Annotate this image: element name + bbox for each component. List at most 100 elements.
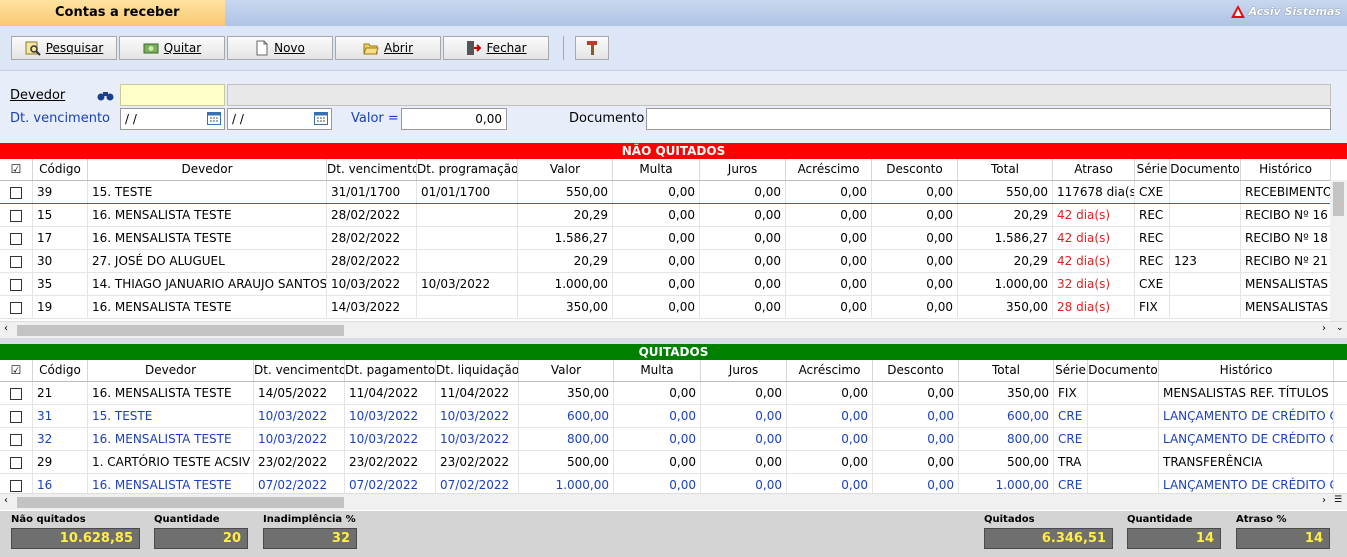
column-header[interactable]: Valor xyxy=(519,360,614,381)
row-checkbox[interactable] xyxy=(0,428,33,450)
column-header[interactable]: Juros xyxy=(701,360,787,381)
column-header[interactable]: Série xyxy=(1135,159,1170,180)
table-cell: 15. TESTE xyxy=(88,181,327,203)
table-row[interactable]: 30 27. JOSÉ DO ALUGUEL 28/02/2022 20,29 0,00… xyxy=(0,250,1347,273)
valor-input[interactable]: 0,00 xyxy=(401,108,507,130)
column-header[interactable]: Código xyxy=(33,360,88,381)
table-cell: 39 xyxy=(33,181,88,203)
table-cell xyxy=(417,204,518,226)
table-row[interactable]: 32 16. MENSALISTA TESTE 10/03/2022 10/03/20… xyxy=(0,428,1347,451)
column-header[interactable]: Histórico xyxy=(1159,360,1334,381)
table-row[interactable]: 35 14. THIAGO JANUARIO ARAUJO SANTOS 10/03… xyxy=(0,273,1347,296)
table-cell: LANÇAMENTO DE CRÉDITO C xyxy=(1159,405,1334,427)
table-cell: 10/03/2022 xyxy=(254,428,345,450)
pesquisar-button[interactable]: Pesquisar xyxy=(11,36,117,60)
column-header[interactable]: Histórico xyxy=(1241,159,1331,180)
column-header[interactable]: Multa xyxy=(614,360,701,381)
table-cell: 31 xyxy=(33,405,88,427)
table-cell: 500,00 xyxy=(959,451,1054,473)
column-header[interactable]: Dt. liquidação xyxy=(436,360,519,381)
checkbox[interactable] xyxy=(10,255,22,268)
quitar-button[interactable]: Quitar xyxy=(119,36,225,60)
row-checkbox[interactable] xyxy=(0,250,33,272)
checkbox[interactable] xyxy=(10,209,22,222)
table-row[interactable]: 29 1. CARTÓRIO TESTE ACSIV 23/02/2022 23/02… xyxy=(0,451,1347,474)
column-header[interactable]: Dt. programação xyxy=(417,159,518,180)
row-checkbox[interactable] xyxy=(0,227,33,249)
checkbox[interactable] xyxy=(10,479,22,492)
column-header[interactable]: Dt. vencimento xyxy=(254,360,345,381)
table-cell: 01/01/1700 xyxy=(417,181,518,203)
row-checkbox[interactable] xyxy=(0,273,33,295)
column-header[interactable]: Documento xyxy=(1170,159,1241,180)
table-cell: TRA xyxy=(1054,451,1088,473)
column-header[interactable]: Valor xyxy=(518,159,613,180)
fechar-button[interactable]: Fechar xyxy=(443,36,549,60)
table-row[interactable]: 21 16. MENSALISTA TESTE 14/05/2022 11/04/20… xyxy=(0,382,1347,405)
quitados-hscroll[interactable]: ‹ › ☰ xyxy=(0,493,1347,510)
column-header[interactable]: Devedor xyxy=(88,360,254,381)
tools-button[interactable] xyxy=(575,36,609,60)
dt-vencimento-to-input[interactable]: / / xyxy=(227,108,332,130)
table-cell: 0,00 xyxy=(786,250,872,272)
table-cell: 16. MENSALISTA TESTE xyxy=(88,296,327,318)
row-checkbox[interactable] xyxy=(0,474,33,493)
checkbox[interactable] xyxy=(10,186,22,199)
abrir-button[interactable]: Abrir xyxy=(335,36,441,60)
table-cell: 350,00 xyxy=(958,296,1053,318)
nao-quitados-vscroll[interactable] xyxy=(1330,180,1347,321)
nao-quitados-hscroll[interactable]: ‹ › ⌄ xyxy=(0,321,1347,338)
checkbox[interactable] xyxy=(10,278,22,291)
column-header[interactable]: Multa xyxy=(613,159,700,180)
row-checkbox[interactable] xyxy=(0,405,33,427)
table-cell: 0,00 xyxy=(872,181,958,203)
column-header[interactable]: Total xyxy=(958,159,1053,180)
checkbox[interactable] xyxy=(10,387,22,400)
column-header[interactable]: Juros xyxy=(700,159,786,180)
table-row[interactable]: 16 16. MENSALISTA TESTE 07/02/2022 07/02/20… xyxy=(0,474,1347,493)
column-header[interactable]: Acréscimo xyxy=(786,159,872,180)
table-cell xyxy=(417,296,518,318)
exit-door-icon xyxy=(467,41,482,55)
checkbox[interactable] xyxy=(10,456,22,469)
table-cell: CXE xyxy=(1135,181,1170,203)
column-header[interactable]: Total xyxy=(959,360,1054,381)
checkbox[interactable] xyxy=(10,410,22,423)
table-cell: 16. MENSALISTA TESTE xyxy=(88,382,254,404)
row-checkbox[interactable] xyxy=(0,451,33,473)
table-row[interactable]: 15 16. MENSALISTA TESTE 28/02/2022 20,29 0,0… xyxy=(0,204,1347,227)
row-checkbox[interactable] xyxy=(0,204,33,226)
table-cell: 42 dia(s) xyxy=(1053,250,1135,272)
column-header[interactable]: Dt. pagamento xyxy=(345,360,436,381)
table-cell xyxy=(1170,296,1241,318)
checkbox[interactable] xyxy=(10,232,22,245)
column-header[interactable]: Acréscimo xyxy=(787,360,873,381)
column-header[interactable]: Desconto xyxy=(873,360,959,381)
table-row[interactable]: 19 16. MENSALISTA TESTE 14/03/2022 350,00 0,… xyxy=(0,296,1347,319)
column-header[interactable]: Código xyxy=(33,159,88,180)
table-cell: 1.000,00 xyxy=(519,474,614,493)
dt-vencimento-from-input[interactable]: / / xyxy=(120,108,225,130)
column-header[interactable]: Atraso xyxy=(1053,159,1135,180)
table-row[interactable]: 31 15. TESTE 10/03/2022 10/03/2022 10/03/202… xyxy=(0,405,1347,428)
novo-button[interactable]: Novo xyxy=(227,36,333,60)
calendar-icon xyxy=(314,112,328,125)
column-header[interactable]: ☑ xyxy=(0,159,33,180)
row-checkbox[interactable] xyxy=(0,296,33,318)
column-header[interactable]: ☑ xyxy=(0,360,33,381)
column-header[interactable]: Série xyxy=(1054,360,1088,381)
binoculars-icon[interactable] xyxy=(97,89,114,102)
table-row[interactable]: 17 16. MENSALISTA TESTE 28/02/2022 1.586,27… xyxy=(0,227,1347,250)
row-checkbox[interactable] xyxy=(0,382,33,404)
table-row[interactable]: 39 15. TESTE 31/01/1700 01/01/1700 550,00 0,0… xyxy=(0,181,1347,204)
devedor-code-input[interactable] xyxy=(120,84,225,106)
documento-input[interactable] xyxy=(646,108,1331,130)
checkbox[interactable] xyxy=(10,433,22,446)
column-header[interactable]: Desconto xyxy=(872,159,958,180)
column-header[interactable]: Dt. vencimento xyxy=(327,159,417,180)
checkbox[interactable] xyxy=(10,301,22,314)
row-checkbox[interactable] xyxy=(0,181,33,203)
column-header[interactable]: Documento xyxy=(1088,360,1159,381)
table-cell: 23/02/2022 xyxy=(345,451,436,473)
column-header[interactable]: Devedor xyxy=(88,159,327,180)
